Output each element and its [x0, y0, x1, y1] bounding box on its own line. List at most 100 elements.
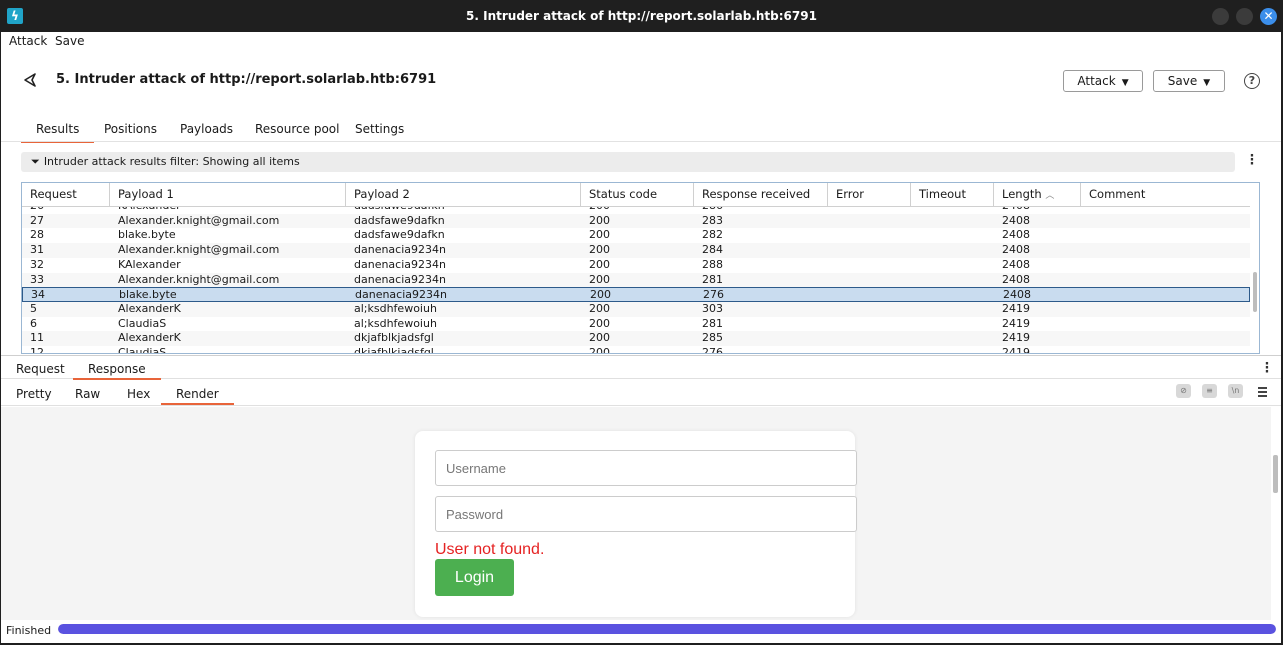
- request-response-tabs: Request Response: [1, 359, 1281, 380]
- username-field[interactable]: [435, 450, 857, 486]
- menu-attack[interactable]: Attack: [9, 34, 47, 48]
- table-row[interactable]: 28 blake.byte dadsfawe9dafkn 200 282 2408: [22, 228, 1250, 243]
- attack-tabs: Results Positions Payloads Resource pool…: [20, 122, 1281, 143]
- table-scrollbar[interactable]: [1250, 207, 1259, 353]
- menu-icon[interactable]: [1258, 387, 1267, 399]
- table-cell: 2419: [1002, 301, 1030, 315]
- tab-results[interactable]: Results: [20, 122, 95, 143]
- menubar: Attack Save: [1, 32, 1281, 51]
- table-cell: 200: [589, 257, 610, 271]
- table-cell: 200: [589, 301, 610, 315]
- table-cell: dkjafblkjadsfgl: [354, 331, 434, 345]
- column-header-status-code[interactable]: Status code: [581, 183, 694, 207]
- table-cell: 282: [702, 228, 723, 242]
- table-row[interactable]: 34 blake.byte danenacia9234n 200 276 2408: [22, 287, 1250, 302]
- column-header-timeout[interactable]: Timeout: [911, 183, 994, 207]
- table-cell: 200: [589, 316, 610, 330]
- table-row[interactable]: 31 Alexander.knight@gmail.com danenacia923…: [22, 243, 1250, 258]
- table-cell: 31: [30, 243, 44, 257]
- newline-icon[interactable]: \n: [1228, 384, 1243, 398]
- tab-pretty[interactable]: Pretty: [16, 387, 52, 401]
- table-cell: 200: [589, 243, 610, 257]
- table-cell: 200: [589, 272, 610, 286]
- table-row[interactable]: 27 Alexander.knight@gmail.com dadsfawe9daf…: [22, 213, 1250, 229]
- table-cell: dadsfawe9dafkn: [354, 213, 445, 227]
- hide-icon[interactable]: ⊘: [1176, 384, 1191, 398]
- table-cell: 303: [702, 301, 723, 315]
- minimize-button[interactable]: [1212, 8, 1229, 25]
- table-cell: 2419: [1002, 331, 1030, 345]
- table-cell: 2408: [1002, 228, 1030, 242]
- more-options-icon[interactable]: · · ·: [1263, 358, 1271, 379]
- more-options-icon[interactable]: · · ·: [1248, 150, 1256, 171]
- rendered-response: User not found. Login: [1, 407, 1271, 620]
- table-row[interactable]: 32 KAlexander danenacia9234n 200 288 2408: [22, 258, 1250, 273]
- filter-icon: ⏷: [31, 155, 40, 168]
- table-row[interactable]: 6 ClaudiaS al;ksdhfewoiuh 200 281 2419: [22, 317, 1250, 332]
- close-button[interactable]: ✕: [1260, 8, 1277, 25]
- column-header-response-received[interactable]: Response received: [694, 183, 828, 207]
- back-icon[interactable]: [22, 72, 38, 88]
- tab-payloads[interactable]: Payloads: [180, 122, 233, 136]
- render-scrollbar[interactable]: [1271, 407, 1281, 620]
- table-cell: 34: [31, 288, 45, 302]
- attack-button-label: Attack: [1077, 74, 1116, 88]
- table-row[interactable]: 12 ClaudiaS dkjafblkjadsfgl 200 276 2419: [22, 346, 1250, 354]
- window-title: 5. Intruder attack of http://report.sola…: [466, 9, 817, 23]
- table-cell: Alexander.knight@gmail.com: [118, 213, 280, 227]
- column-header-error[interactable]: Error: [828, 183, 911, 207]
- table-cell: danenacia9234n: [354, 272, 446, 286]
- table-cell: AlexanderK: [118, 331, 181, 345]
- login-button[interactable]: Login: [435, 559, 514, 596]
- table-cell: 200: [590, 288, 611, 302]
- column-header-payload2[interactable]: Payload 2: [346, 183, 581, 207]
- tab-positions[interactable]: Positions: [104, 122, 157, 136]
- table-scrollbar-thumb[interactable]: [1253, 272, 1257, 312]
- table-cell: 284: [702, 243, 723, 257]
- tab-hex[interactable]: Hex: [127, 387, 150, 401]
- results-filter[interactable]: ⏷ Intruder attack results filter: Showing…: [21, 152, 1235, 172]
- table-cell: al;ksdhfewoiuh: [354, 301, 437, 315]
- table-cell: AlexanderK: [118, 301, 181, 315]
- table-row[interactable]: 11 AlexanderK dkjafblkjadsfgl 200 285 2419: [22, 331, 1250, 346]
- column-header-length[interactable]: Length ︿: [994, 183, 1081, 207]
- progress-bar: [58, 624, 1276, 634]
- render-scrollbar-thumb[interactable]: [1273, 455, 1278, 493]
- tab-settings[interactable]: Settings: [355, 122, 404, 136]
- menu-save[interactable]: Save: [55, 34, 84, 48]
- tab-render[interactable]: Render: [161, 387, 234, 405]
- table-cell: 6: [30, 316, 37, 330]
- table-cell: blake.byte: [119, 288, 177, 302]
- tab-request[interactable]: Request: [16, 362, 65, 376]
- table-cell: 276: [703, 288, 724, 302]
- table-cell: 12: [30, 346, 44, 354]
- column-header-length-label: Length: [1002, 187, 1042, 201]
- table-cell: 200: [589, 213, 610, 227]
- table-cell: 2408: [1002, 213, 1030, 227]
- results-table: 26KAlexanderdadsfawe9dafkn200286240827Al…: [21, 182, 1260, 354]
- help-icon[interactable]: ?: [1244, 73, 1260, 89]
- login-card: User not found. Login: [415, 431, 857, 617]
- column-header-request[interactable]: Request: [22, 183, 110, 207]
- pane-divider[interactable]: [1, 355, 1281, 356]
- filter-text: Intruder attack results filter: Showing …: [43, 155, 300, 168]
- password-field[interactable]: [435, 496, 857, 532]
- attack-button[interactable]: Attack ▼: [1063, 70, 1143, 92]
- column-header-payload1[interactable]: Payload 1: [110, 183, 346, 207]
- table-cell: 288: [702, 257, 723, 271]
- table-cell: blake.byte: [118, 228, 176, 242]
- error-message: User not found.: [435, 541, 545, 558]
- table-cell: 200: [589, 331, 610, 345]
- tab-raw[interactable]: Raw: [75, 387, 100, 401]
- tab-response[interactable]: Response: [73, 362, 161, 380]
- wrap-icon[interactable]: ≡: [1202, 384, 1217, 398]
- chevron-down-icon: ▼: [1203, 78, 1211, 88]
- maximize-button[interactable]: [1236, 8, 1253, 25]
- window-titlebar: ϟ 5. Intruder attack of http://report.so…: [0, 0, 1283, 32]
- table-row[interactable]: 5 AlexanderK al;ksdhfewoiuh 200 303 2419: [22, 301, 1250, 317]
- column-header-comment[interactable]: Comment: [1081, 183, 1250, 207]
- tab-resource-pool[interactable]: Resource pool: [255, 122, 339, 136]
- table-row[interactable]: 33 Alexander.knight@gmail.com danenacia923…: [22, 272, 1250, 288]
- table-cell: 200: [589, 346, 610, 354]
- save-button[interactable]: Save ▼: [1153, 70, 1225, 92]
